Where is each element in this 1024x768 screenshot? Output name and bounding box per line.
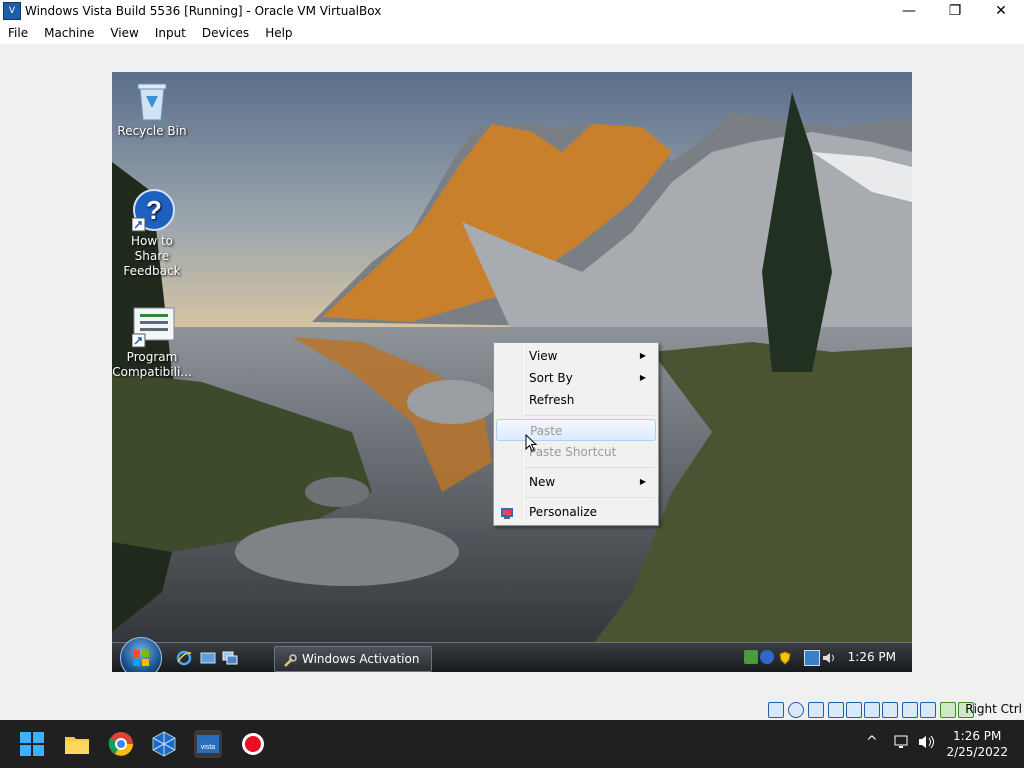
taskbar-button-windows-activation[interactable]: Windows Activation xyxy=(274,646,432,672)
hard-disk-status-icon[interactable] xyxy=(768,702,784,718)
chrome-icon[interactable] xyxy=(107,730,135,758)
context-menu-separator xyxy=(524,415,655,416)
virtualbox-manager-icon[interactable] xyxy=(150,730,178,758)
submenu-arrow-icon: ▶ xyxy=(639,373,646,382)
desktop-icon-recycle-bin[interactable]: Recycle Bin xyxy=(112,78,192,139)
context-item-label: View xyxy=(529,349,558,363)
minimize-button[interactable]: — xyxy=(886,0,932,22)
network-tray-icon[interactable] xyxy=(744,650,758,664)
display-status-icon[interactable] xyxy=(882,702,898,718)
show-hidden-icons-chevron[interactable]: ^ xyxy=(866,734,878,750)
shared-folders-status-icon[interactable] xyxy=(864,702,880,718)
windows-update-tray-icon[interactable] xyxy=(760,650,774,664)
switch-windows-icon[interactable] xyxy=(222,650,238,666)
guest-system-tray: 1:26 PM xyxy=(740,643,912,672)
submenu-arrow-icon: ▶ xyxy=(639,351,646,360)
virtualbox-vm-window-icon[interactable]: vista xyxy=(194,730,222,758)
menu-devices[interactable]: Devices xyxy=(194,26,257,40)
windows-start-icon xyxy=(20,732,44,756)
desktop-icon-label: Recycle Bin xyxy=(117,124,187,138)
virtualbox-status-bar: Right Ctrl xyxy=(0,698,1024,720)
context-menu-separator xyxy=(524,497,655,498)
taskbar-button-label: Windows Activation xyxy=(302,652,420,666)
desktop-context-menu: View ▶ Sort By ▶ Refresh Paste Paste Sho… xyxy=(493,342,659,526)
context-item-sort-by[interactable]: Sort By ▶ xyxy=(496,367,656,389)
personalize-icon xyxy=(500,505,514,519)
context-item-paste[interactable]: Paste xyxy=(496,419,656,441)
connection-tray-icon[interactable] xyxy=(804,650,820,666)
show-desktop-icon[interactable] xyxy=(200,650,216,666)
optical-drive-status-icon[interactable] xyxy=(788,702,804,718)
screen-recorder-icon[interactable] xyxy=(239,730,267,758)
security-shield-icon[interactable] xyxy=(778,650,792,665)
guest-taskbar: Windows Activation 1:26 PM xyxy=(112,637,912,672)
recording-status-icon[interactable] xyxy=(902,702,918,718)
submenu-arrow-icon: ▶ xyxy=(639,477,646,486)
menu-machine[interactable]: Machine xyxy=(36,26,102,40)
close-button[interactable]: ✕ xyxy=(978,0,1024,22)
guest-desktop[interactable]: Recycle Bin ? How to Share Feedback Prog… xyxy=(112,72,912,672)
context-item-label: Sort By xyxy=(529,371,573,385)
host-date: 2/25/2022 xyxy=(946,745,1008,759)
context-item-refresh[interactable]: Refresh xyxy=(496,389,656,411)
host-taskbar: vista ^ 1:26 PM 2/25/2022 xyxy=(0,720,1024,768)
desktop-icon-label-line2: Compatibili... xyxy=(112,365,192,379)
file-explorer-icon[interactable] xyxy=(63,730,91,758)
window-title: Windows Vista Build 5536 [Running] - Ora… xyxy=(25,4,382,18)
menu-help[interactable]: Help xyxy=(257,26,300,40)
desktop-icon-label-line2: Feedback xyxy=(123,264,181,278)
context-item-label: Paste Shortcut xyxy=(529,445,617,459)
restore-button[interactable]: ❐ xyxy=(932,0,978,22)
start-button[interactable] xyxy=(18,730,46,758)
volume-icon[interactable] xyxy=(822,650,836,664)
host-volume-icon[interactable] xyxy=(918,734,936,754)
audio-status-icon[interactable] xyxy=(808,702,824,718)
cpu-status-icon[interactable] xyxy=(920,702,936,718)
internet-explorer-icon[interactable] xyxy=(176,650,192,666)
menu-file[interactable]: File xyxy=(0,26,36,40)
mouse-cursor-icon xyxy=(525,434,537,452)
context-item-paste-shortcut[interactable]: Paste Shortcut xyxy=(496,441,656,463)
guest-additions-status-icon[interactable] xyxy=(940,702,956,718)
host-clock[interactable]: 1:26 PM 2/25/2022 xyxy=(946,728,1008,760)
host-time: 1:26 PM xyxy=(953,729,1002,743)
windows-logo-icon xyxy=(133,650,149,666)
menu-view[interactable]: View xyxy=(102,26,146,40)
context-item-personalize[interactable]: Personalize xyxy=(496,501,656,523)
program-compatibility-icon xyxy=(131,304,175,348)
help-question-icon: ? xyxy=(131,188,175,232)
svg-text:vista: vista xyxy=(201,744,216,751)
context-item-label: New xyxy=(529,475,556,489)
host-network-icon[interactable] xyxy=(893,734,911,754)
guest-clock[interactable]: 1:26 PM xyxy=(848,650,896,664)
menubar: File Machine View Input Devices Help xyxy=(0,22,1024,44)
context-item-label: Personalize xyxy=(529,505,598,519)
host-key-label: Right Ctrl xyxy=(965,702,1022,716)
svg-text:?: ? xyxy=(146,195,162,225)
window-titlebar: V Windows Vista Build 5536 [Running] - O… xyxy=(0,0,1024,22)
virtualbox-app-icon: V xyxy=(3,2,21,20)
context-item-view[interactable]: View ▶ xyxy=(496,345,656,367)
start-orb-button[interactable] xyxy=(120,637,162,672)
network-status-icon[interactable] xyxy=(828,702,844,718)
menu-input[interactable]: Input xyxy=(147,26,194,40)
desktop-icon-how-to-share-feedback[interactable]: ? How to Share Feedback xyxy=(112,188,192,279)
context-item-label: Refresh xyxy=(529,393,575,407)
context-menu-separator xyxy=(524,467,655,468)
context-item-new[interactable]: New ▶ xyxy=(496,471,656,493)
desktop-icon-label: How to Share xyxy=(130,234,174,263)
recycle-bin-icon xyxy=(132,78,172,122)
usb-status-icon[interactable] xyxy=(846,702,862,718)
tools-icon xyxy=(283,652,297,667)
desktop-icon-program-compatibility[interactable]: Program Compatibili... xyxy=(112,304,192,380)
desktop-icon-label: Program xyxy=(126,350,178,364)
